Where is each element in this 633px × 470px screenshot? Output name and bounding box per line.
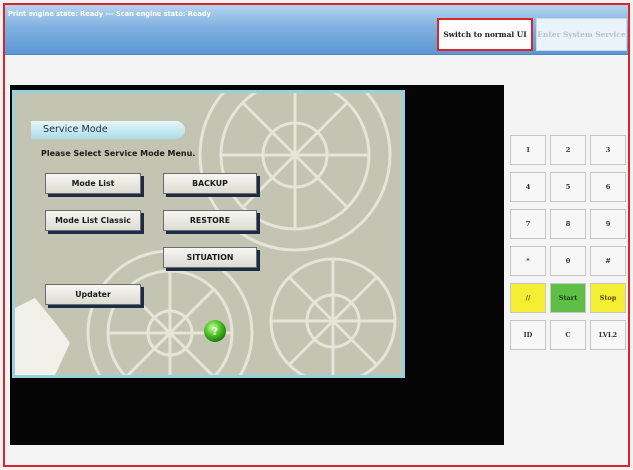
situation-button[interactable]: SITUATION bbox=[163, 247, 257, 268]
service-mode-tab: Service Mode bbox=[31, 121, 185, 139]
service-mode-panel: Service Mode Please Select Service Mode … bbox=[12, 90, 405, 378]
header-bar: Print engine state: Ready --- Scan engin… bbox=[5, 5, 628, 55]
restore-button[interactable]: RESTORE bbox=[163, 210, 257, 231]
clear-key[interactable]: C bbox=[550, 320, 586, 350]
key-0[interactable]: 0 bbox=[550, 246, 586, 276]
key-9[interactable]: 9 bbox=[590, 209, 626, 239]
key-4[interactable]: 4 bbox=[510, 172, 546, 202]
key-2[interactable]: 2 bbox=[550, 135, 586, 165]
mode-list-button[interactable]: Mode List bbox=[45, 173, 141, 194]
key-hash[interactable]: # bbox=[590, 246, 626, 276]
switch-to-normal-ui-button[interactable]: Switch to normal UI bbox=[437, 18, 533, 51]
app-window: Print engine state: Ready --- Scan engin… bbox=[3, 3, 630, 467]
key-3[interactable]: 3 bbox=[590, 135, 626, 165]
key-5[interactable]: 5 bbox=[550, 172, 586, 202]
key-8[interactable]: 8 bbox=[550, 209, 586, 239]
key-6[interactable]: 6 bbox=[590, 172, 626, 202]
svg-text:?: ? bbox=[212, 325, 218, 338]
start-button[interactable]: Start bbox=[550, 283, 586, 313]
lvl2-key[interactable]: LVL2 bbox=[590, 320, 626, 350]
key-asterisk[interactable]: * bbox=[510, 246, 546, 276]
mode-list-classic-button[interactable]: Mode List Classic bbox=[45, 210, 141, 231]
updater-button[interactable]: Updater bbox=[45, 284, 141, 305]
help-icon[interactable]: ? bbox=[203, 319, 227, 343]
service-mode-prompt: Please Select Service Mode Menu. bbox=[41, 149, 196, 158]
engine-status-text: Print engine state: Ready --- Scan engin… bbox=[8, 10, 211, 18]
service-mode-title: Service Mode bbox=[43, 124, 108, 135]
key-1[interactable]: 1 bbox=[510, 135, 546, 165]
key-7[interactable]: 7 bbox=[510, 209, 546, 239]
stop-button[interactable]: Stop bbox=[590, 283, 626, 313]
key-double-slash[interactable]: // bbox=[510, 283, 546, 313]
id-key[interactable]: ID bbox=[510, 320, 546, 350]
enter-system-service-button[interactable]: Enter System Service bbox=[536, 18, 627, 51]
backup-button[interactable]: BACKUP bbox=[163, 173, 257, 194]
